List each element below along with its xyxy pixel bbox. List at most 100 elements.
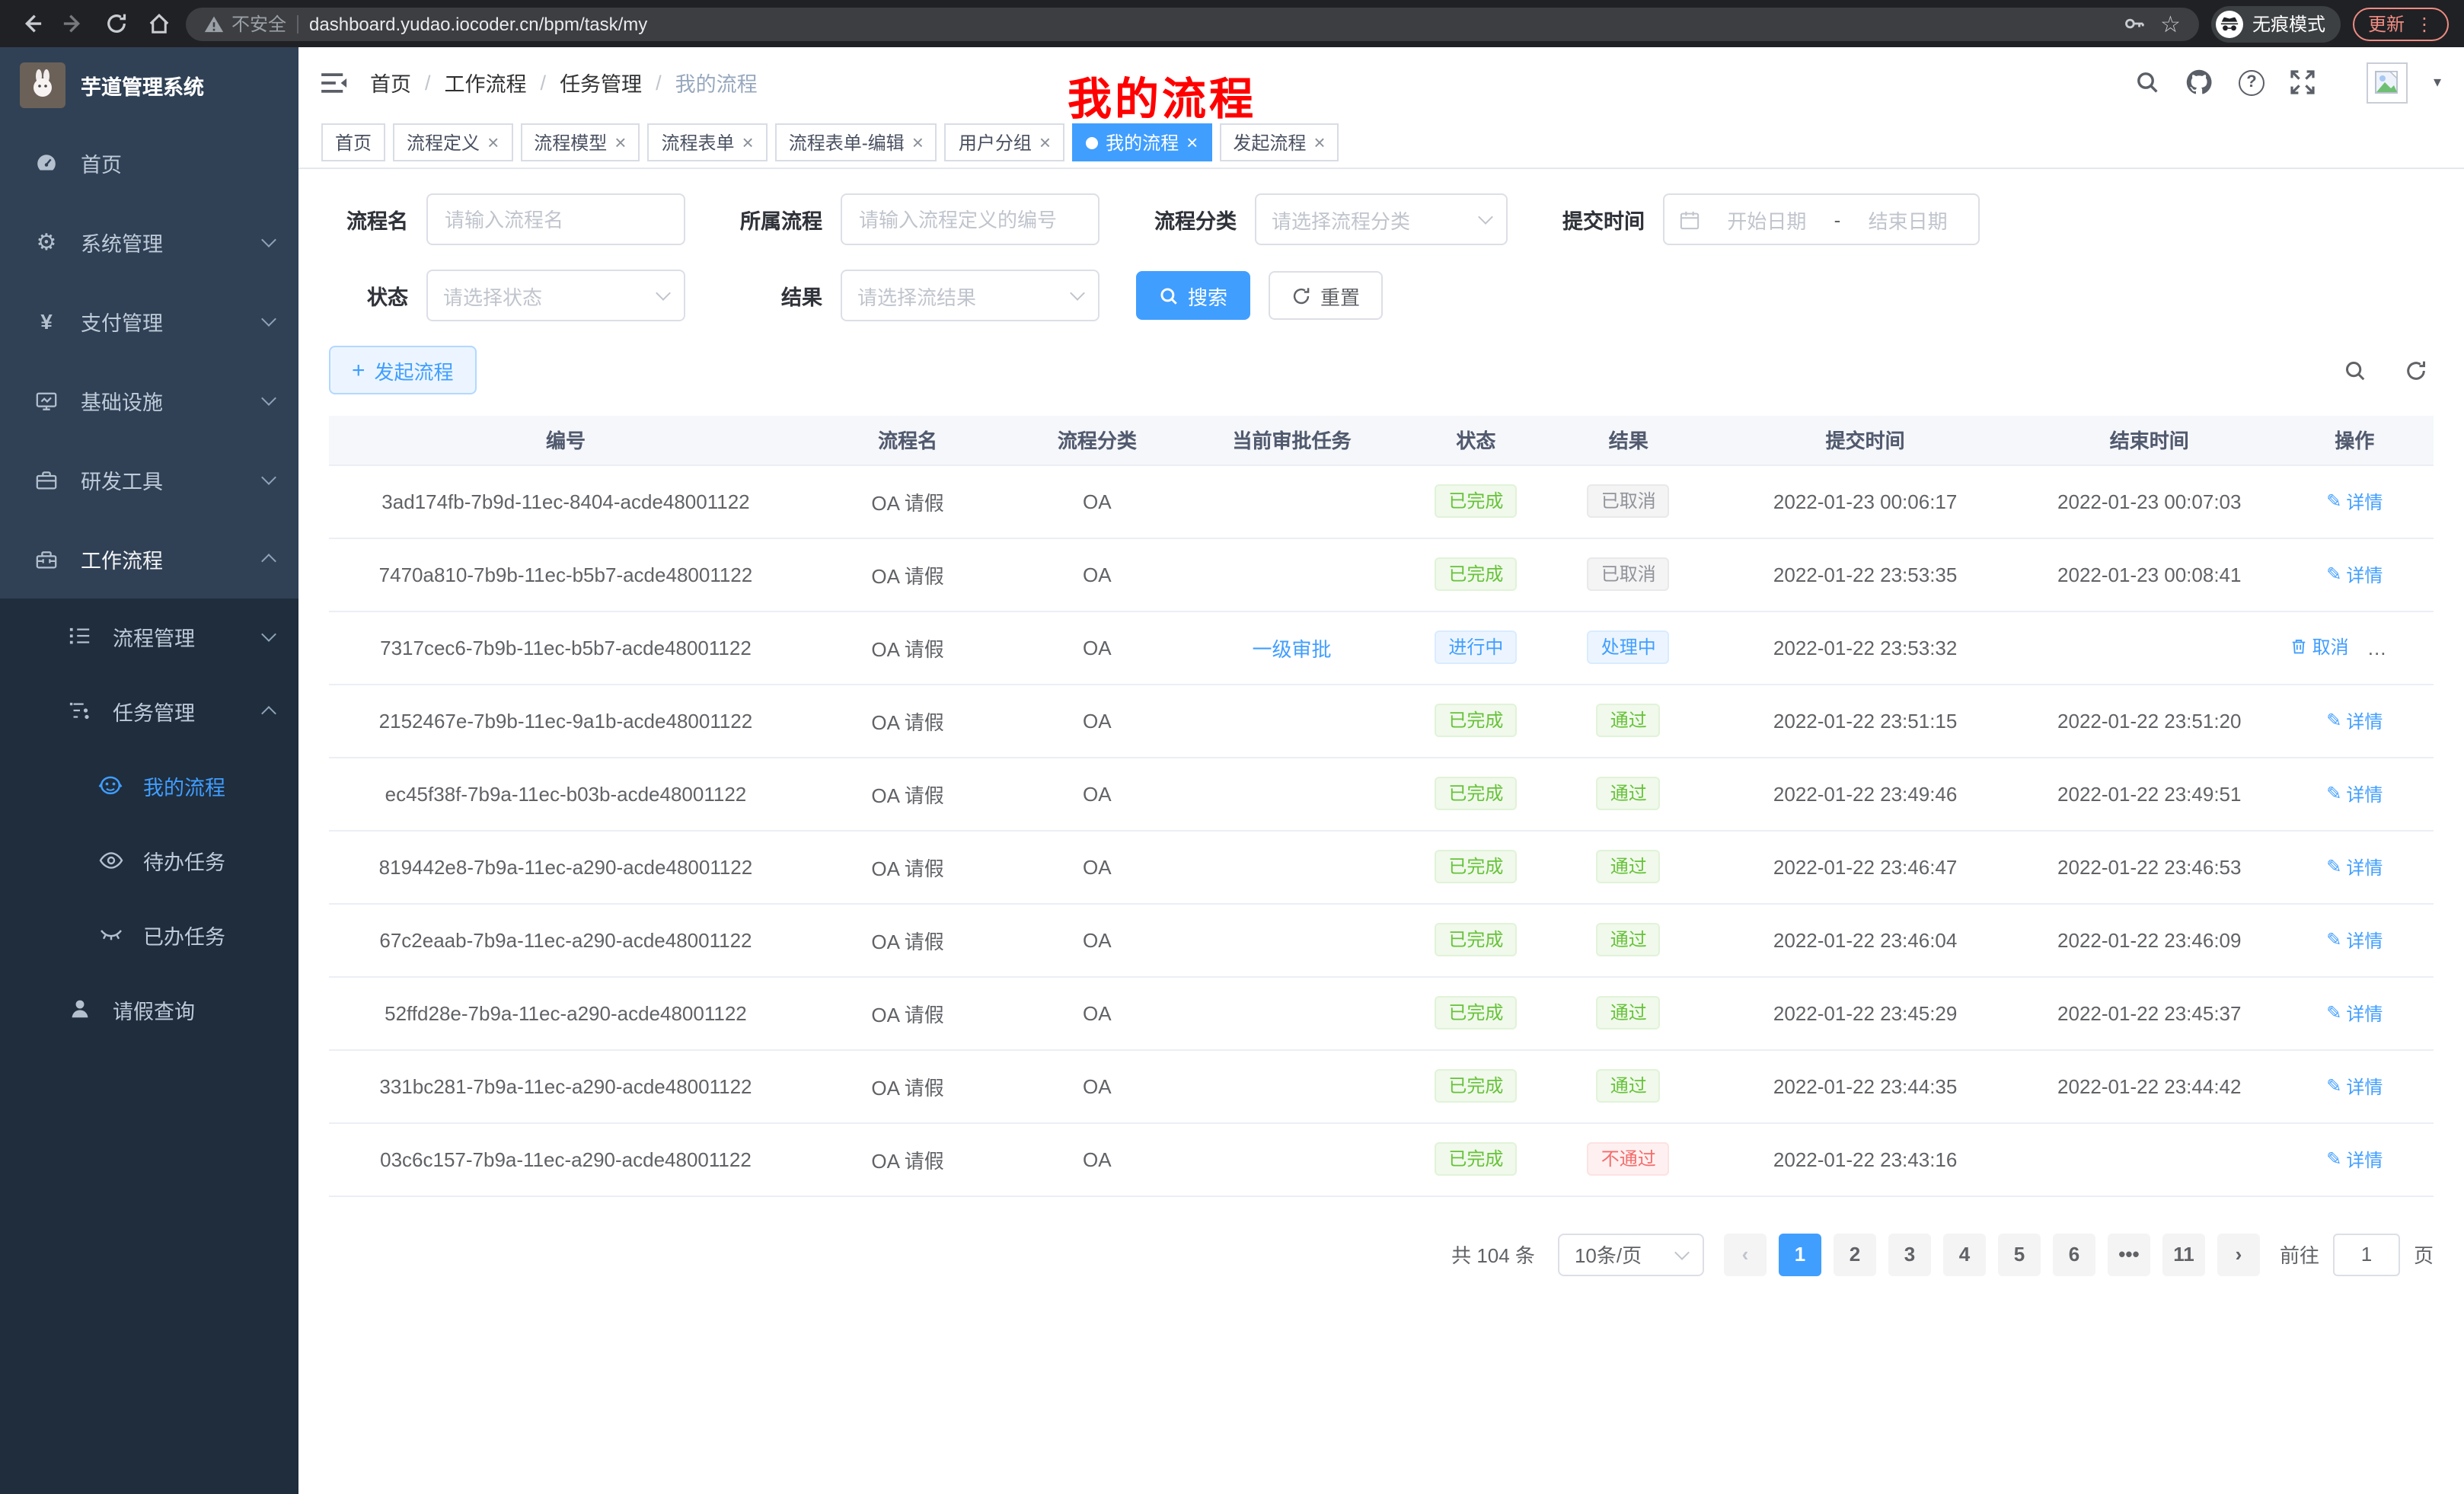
pagination-page-4[interactable]: 4	[1943, 1233, 1986, 1275]
row-action-detail[interactable]: ✎详情	[2326, 1000, 2383, 1026]
tab-label: 流程表单-编辑	[789, 129, 905, 155]
avatar[interactable]	[2367, 62, 2408, 103]
pagination-total: 共 104 条	[1451, 1240, 1535, 1269]
browser-update-button[interactable]: 更新 ⋮	[2353, 7, 2449, 40]
tab-label: 发起流程	[1233, 129, 1306, 155]
category-select[interactable]: 请选择流程分类	[1255, 193, 1508, 245]
tab-close-icon[interactable]: ×	[614, 132, 626, 152]
tab-close-icon[interactable]: ×	[1313, 132, 1325, 152]
breadcrumb-item[interactable]: 任务管理	[560, 67, 642, 97]
tab-close-icon[interactable]: ×	[742, 132, 754, 152]
breadcrumb-item[interactable]: 首页	[370, 67, 411, 97]
pagination-prev[interactable]: ‹	[1724, 1233, 1767, 1275]
sidebar-item-devtools[interactable]: 研发工具	[0, 440, 298, 519]
browser-home-icon[interactable]	[143, 8, 174, 39]
sidebar-collapse-icon[interactable]	[321, 71, 347, 94]
create-process-button[interactable]: + 发起流程	[329, 346, 477, 394]
tab-5[interactable]: 用户分组×	[945, 123, 1064, 161]
row-action-detail[interactable]: ✎详情	[2326, 927, 2383, 953]
tab-4[interactable]: 流程表单-编辑 ×	[775, 123, 937, 161]
pagination-page-2[interactable]: 2	[1834, 1233, 1876, 1275]
current-task-link[interactable]: 一级审批	[1252, 637, 1331, 660]
browser-reload-icon[interactable]	[101, 8, 131, 39]
owner-process-input[interactable]	[841, 193, 1100, 245]
sidebar-item-infra[interactable]: 基础设施	[0, 361, 298, 440]
app: 芋道管理系统 首页 ⚙ 系统管理 ¥ 支付管理	[0, 47, 2464, 1494]
fullscreen-icon[interactable]	[2290, 70, 2315, 94]
pagination-page-6[interactable]: 6	[2053, 1233, 2095, 1275]
sidebar-item-todo-tasks[interactable]: 待办任务	[0, 822, 298, 897]
sidebar-item-workflow[interactable]: 工作流程	[0, 519, 298, 599]
browser-back-icon[interactable]	[15, 8, 46, 39]
toggle-search-icon[interactable]	[2336, 352, 2373, 388]
cell-result: 已取消	[1550, 538, 1707, 611]
toolbar-right	[2336, 352, 2434, 388]
breadcrumb-item[interactable]: 工作流程	[445, 67, 527, 97]
row-action-cancel[interactable]: 取消	[2291, 634, 2349, 659]
cell-submit-time: 2022-01-22 23:51:15	[1707, 684, 2023, 757]
row-action-detail[interactable]: ✎详情	[2326, 707, 2383, 733]
url-text[interactable]: dashboard.yudao.iocoder.cn/bpm/task/my	[309, 13, 2111, 34]
sidebar-item-payment[interactable]: ¥ 支付管理	[0, 282, 298, 361]
tab-6[interactable]: 我的流程×	[1072, 123, 1211, 161]
column-header-8: 操作	[2276, 416, 2434, 464]
sidebar-item-label: 我的流程	[143, 770, 274, 800]
page-size-select[interactable]: 10条/页	[1558, 1233, 1704, 1275]
pagination-ellipsis[interactable]: •••	[2108, 1233, 2150, 1275]
avatar-caret-icon[interactable]: ▾	[2434, 74, 2441, 91]
github-icon[interactable]	[2185, 69, 2213, 96]
sidebar-item-label: 支付管理	[81, 306, 242, 337]
sidebar-item-done-tasks[interactable]: 已办任务	[0, 897, 298, 972]
sidebar-item-my-process[interactable]: 我的流程	[0, 748, 298, 822]
app-logo-row[interactable]: 芋道管理系统	[0, 47, 298, 123]
sidebar-item-system[interactable]: ⚙ 系统管理	[0, 203, 298, 282]
row-action-detail[interactable]: ✎详情	[2326, 781, 2383, 806]
update-label: 更新	[2368, 11, 2405, 37]
refresh-table-icon[interactable]	[2397, 352, 2434, 388]
tab-close-icon[interactable]: ×	[487, 132, 499, 152]
pagination-page-5[interactable]: 5	[1998, 1233, 2041, 1275]
status-select[interactable]: 请选择状态	[426, 270, 685, 321]
sidebar-item-task-mgmt[interactable]: 任务管理	[0, 673, 298, 748]
tab-close-icon[interactable]: ×	[912, 132, 924, 152]
pagination-page-1[interactable]: 1	[1779, 1233, 1821, 1275]
row-action-detail[interactable]: ✎详情	[2326, 854, 2383, 879]
row-action-detail[interactable]: ✎详情	[2326, 1073, 2383, 1099]
row-action-detail[interactable]: ✎详情	[2326, 1146, 2383, 1172]
process-table: 编号流程名流程分类当前审批任务状态结果提交时间结束时间操作 3ad174fb-7…	[329, 416, 2434, 1196]
tab-close-icon[interactable]: ×	[1039, 132, 1051, 152]
toolbox-icon	[34, 547, 59, 570]
row-action-label: 详情	[2346, 781, 2383, 806]
tab-3[interactable]: 流程表单×	[647, 123, 767, 161]
pagination-page-3[interactable]: 3	[1888, 1233, 1931, 1275]
search-button[interactable]: 搜索	[1136, 271, 1250, 320]
row-action-detail[interactable]: ✎详情	[2326, 561, 2383, 587]
goto-page-input[interactable]	[2333, 1233, 2400, 1275]
result-select[interactable]: 请选择流结果	[841, 270, 1100, 321]
chevron-down-icon	[261, 470, 276, 485]
tab-7[interactable]: 发起流程 ×	[1219, 123, 1339, 161]
status-label: 状态	[329, 280, 408, 311]
pagination-page-11[interactable]: 11	[2162, 1233, 2205, 1275]
browser-menu-icon[interactable]: ⋮	[2415, 14, 2434, 33]
security-indicator[interactable]: 不安全	[204, 11, 286, 37]
help-icon[interactable]: ?	[2239, 69, 2265, 95]
pagination-next[interactable]: ›	[2217, 1233, 2260, 1275]
bookmark-star-icon[interactable]: ☆	[2160, 10, 2181, 37]
key-icon[interactable]	[2122, 12, 2145, 35]
sidebar-item-process-mgmt[interactable]: 流程管理	[0, 599, 298, 673]
cell-current-task	[1181, 903, 1402, 976]
tab-1[interactable]: 流程定义×	[393, 123, 512, 161]
search-icon[interactable]	[2135, 70, 2159, 94]
row-action-detail[interactable]: ✎详情	[2326, 488, 2383, 514]
tab-2[interactable]: 流程模型×	[520, 123, 640, 161]
sidebar-item-leave-query[interactable]: 请假查询	[0, 972, 298, 1046]
sidebar-item-home[interactable]: 首页	[0, 123, 298, 203]
reset-button[interactable]: 重置	[1269, 271, 1383, 320]
browser-forward-icon[interactable]	[58, 8, 88, 39]
submit-time-range-picker[interactable]: 开始日期 - 结束日期	[1663, 193, 1980, 245]
tab-close-icon[interactable]: ×	[1186, 132, 1198, 152]
tab-0[interactable]: 首页	[321, 123, 385, 161]
process-name-input[interactable]	[426, 193, 685, 245]
url-bar[interactable]: 不安全 dashboard.yudao.iocoder.cn/bpm/task/…	[186, 7, 2199, 40]
